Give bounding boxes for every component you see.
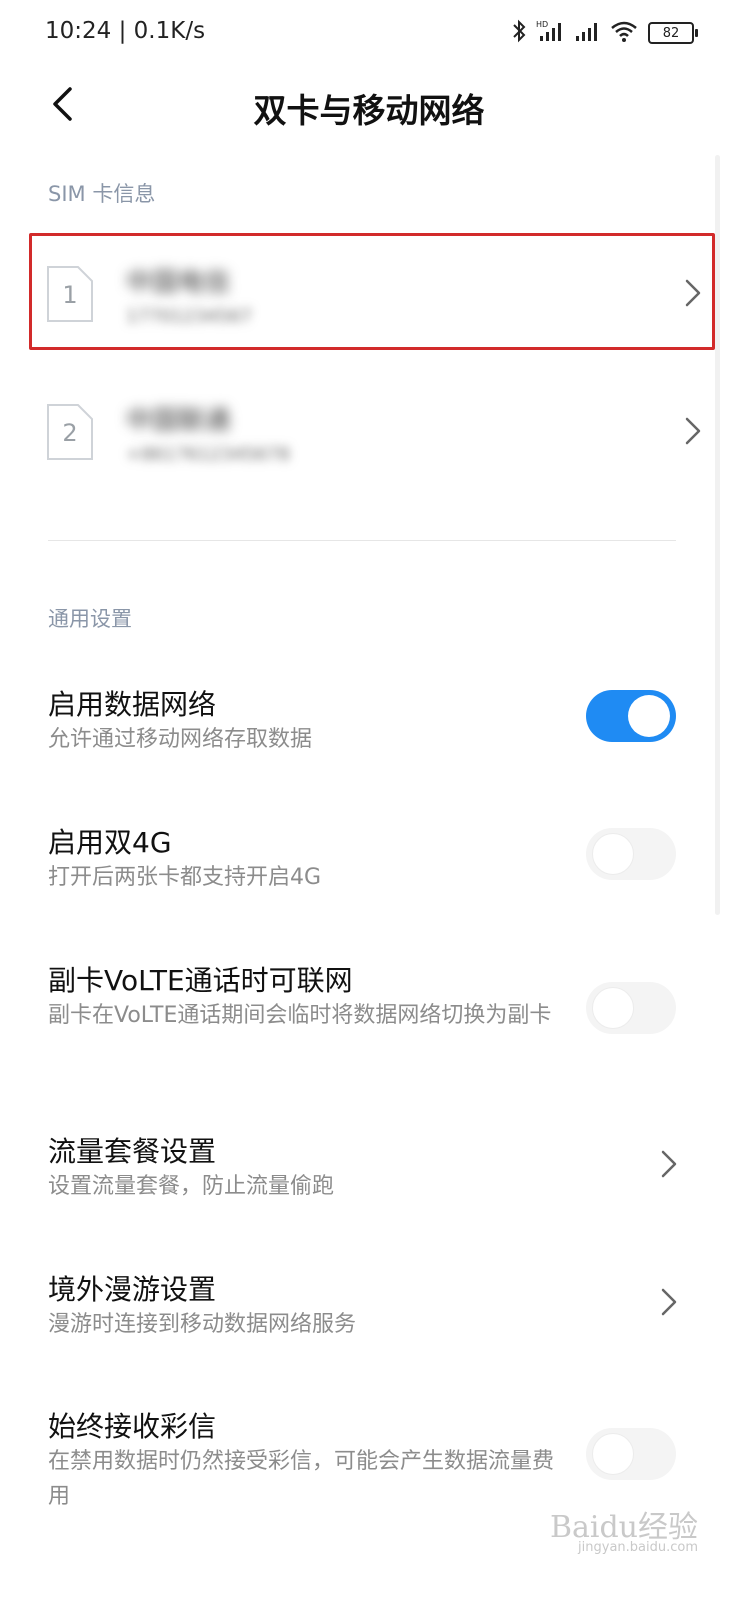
setting-title: 启用数据网络 bbox=[48, 688, 217, 721]
status-icons: HD 82 bbox=[512, 18, 698, 48]
chevron-right-icon bbox=[661, 1288, 677, 1316]
sim-phone-number: +8617612345678 bbox=[126, 444, 290, 465]
battery-icon: 82 bbox=[648, 22, 698, 44]
data-network-toggle[interactable] bbox=[586, 690, 676, 742]
sim-section-title: SIM 卡信息 bbox=[48, 182, 156, 206]
highlight-box bbox=[29, 233, 715, 350]
setting-subtitle: 允许通过移动网络存取数据 bbox=[48, 727, 313, 752]
setting-dual-4g[interactable]: 启用双4G 打开后两张卡都支持开启4G bbox=[0, 808, 738, 908]
svg-text:HD: HD bbox=[536, 20, 548, 29]
setting-subtitle: 在禁用数据时仍然接受彩信，可能会产生数据流量费用 bbox=[48, 1449, 555, 1509]
general-section-title: 通用设置 bbox=[48, 607, 132, 631]
toggle-knob bbox=[592, 833, 634, 875]
setting-title: 副卡VoLTE通话时可联网 bbox=[48, 964, 353, 997]
bluetooth-icon bbox=[512, 19, 526, 47]
toggle-knob bbox=[592, 987, 634, 1029]
setting-title: 始终接收彩信 bbox=[48, 1410, 217, 1443]
status-time: 10:24 | 0.1K/s bbox=[45, 18, 206, 44]
watermark-url: jingyan.baidu.com bbox=[578, 1540, 698, 1555]
section-divider bbox=[48, 540, 676, 541]
sim-slot-number: 2 bbox=[62, 419, 78, 447]
setting-subtitle: 副卡在VoLTE通话期间会临时将数据网络切换为副卡 bbox=[48, 1003, 552, 1028]
setting-title: 启用双4G bbox=[48, 826, 172, 859]
setting-subtitle: 漫游时连接到移动数据网络服务 bbox=[48, 1312, 357, 1337]
setting-title: 流量套餐设置 bbox=[48, 1135, 217, 1168]
chevron-right-icon bbox=[685, 417, 701, 445]
signal-icon bbox=[574, 19, 600, 47]
mms-toggle[interactable] bbox=[586, 1428, 676, 1480]
page-title: 双卡与移动网络 bbox=[253, 91, 485, 130]
volte-data-toggle[interactable] bbox=[586, 982, 676, 1034]
dual-4g-toggle[interactable] bbox=[586, 828, 676, 880]
toggle-knob bbox=[628, 695, 670, 737]
setting-data-plan[interactable]: 流量套餐设置 设置流量套餐，防止流量偷跑 bbox=[0, 1117, 738, 1217]
setting-enable-data[interactable]: 启用数据网络 允许通过移动网络存取数据 bbox=[0, 670, 738, 770]
sim-card-2[interactable]: 2 中国联通 +8617612345678 bbox=[30, 372, 718, 490]
setting-subtitle: 设置流量套餐，防止流量偷跑 bbox=[48, 1174, 335, 1199]
sim-carrier-name: 中国联通 bbox=[126, 406, 231, 436]
toggle-knob bbox=[592, 1433, 634, 1475]
setting-roaming[interactable]: 境外漫游设置 漫游时连接到移动数据网络服务 bbox=[0, 1255, 738, 1355]
setting-subtitle: 打开后两张卡都支持开启4G bbox=[48, 865, 322, 890]
wifi-icon bbox=[610, 19, 638, 47]
chevron-right-icon bbox=[661, 1150, 677, 1178]
setting-volte-data[interactable]: 副卡VoLTE通话时可联网 副卡在VoLTE通话期间会临时将数据网络切换为副卡 bbox=[0, 946, 738, 1076]
sim-card-icon: 2 bbox=[46, 403, 94, 461]
setting-title: 境外漫游设置 bbox=[48, 1273, 217, 1306]
hd-signal-icon: HD bbox=[536, 19, 564, 47]
